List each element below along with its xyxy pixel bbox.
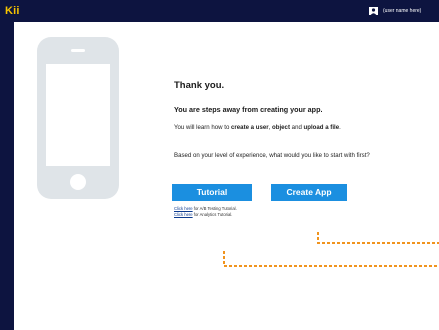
page-heading: Thank you. xyxy=(174,80,225,91)
experience-question: Based on your level of experience, what … xyxy=(174,152,370,159)
analytics-tutorial-link[interactable]: Click here xyxy=(174,212,193,217)
ab-testing-link-line: Click here for A/B Testing Tutorial. xyxy=(174,206,237,211)
user-name-label[interactable]: (user name here) xyxy=(383,8,421,14)
app-frame: Kii (user name here) Thank you. You are … xyxy=(0,0,439,330)
analytics-link-line: Click here for Analytics Tutorial. xyxy=(174,212,233,217)
create-app-button[interactable]: Create App xyxy=(271,184,347,201)
top-bar: Kii (user name here) xyxy=(0,0,439,22)
user-avatar-icon[interactable] xyxy=(369,7,378,15)
ab-testing-tutorial-link[interactable]: Click here xyxy=(174,206,193,211)
smartphone-icon xyxy=(37,37,119,199)
tutorial-button[interactable]: Tutorial xyxy=(172,184,252,201)
page-subheading: You are steps away from creating your ap… xyxy=(174,105,323,114)
kii-logo[interactable]: Kii xyxy=(5,5,20,17)
learn-description: You will learn how to create a user, obj… xyxy=(174,124,341,131)
